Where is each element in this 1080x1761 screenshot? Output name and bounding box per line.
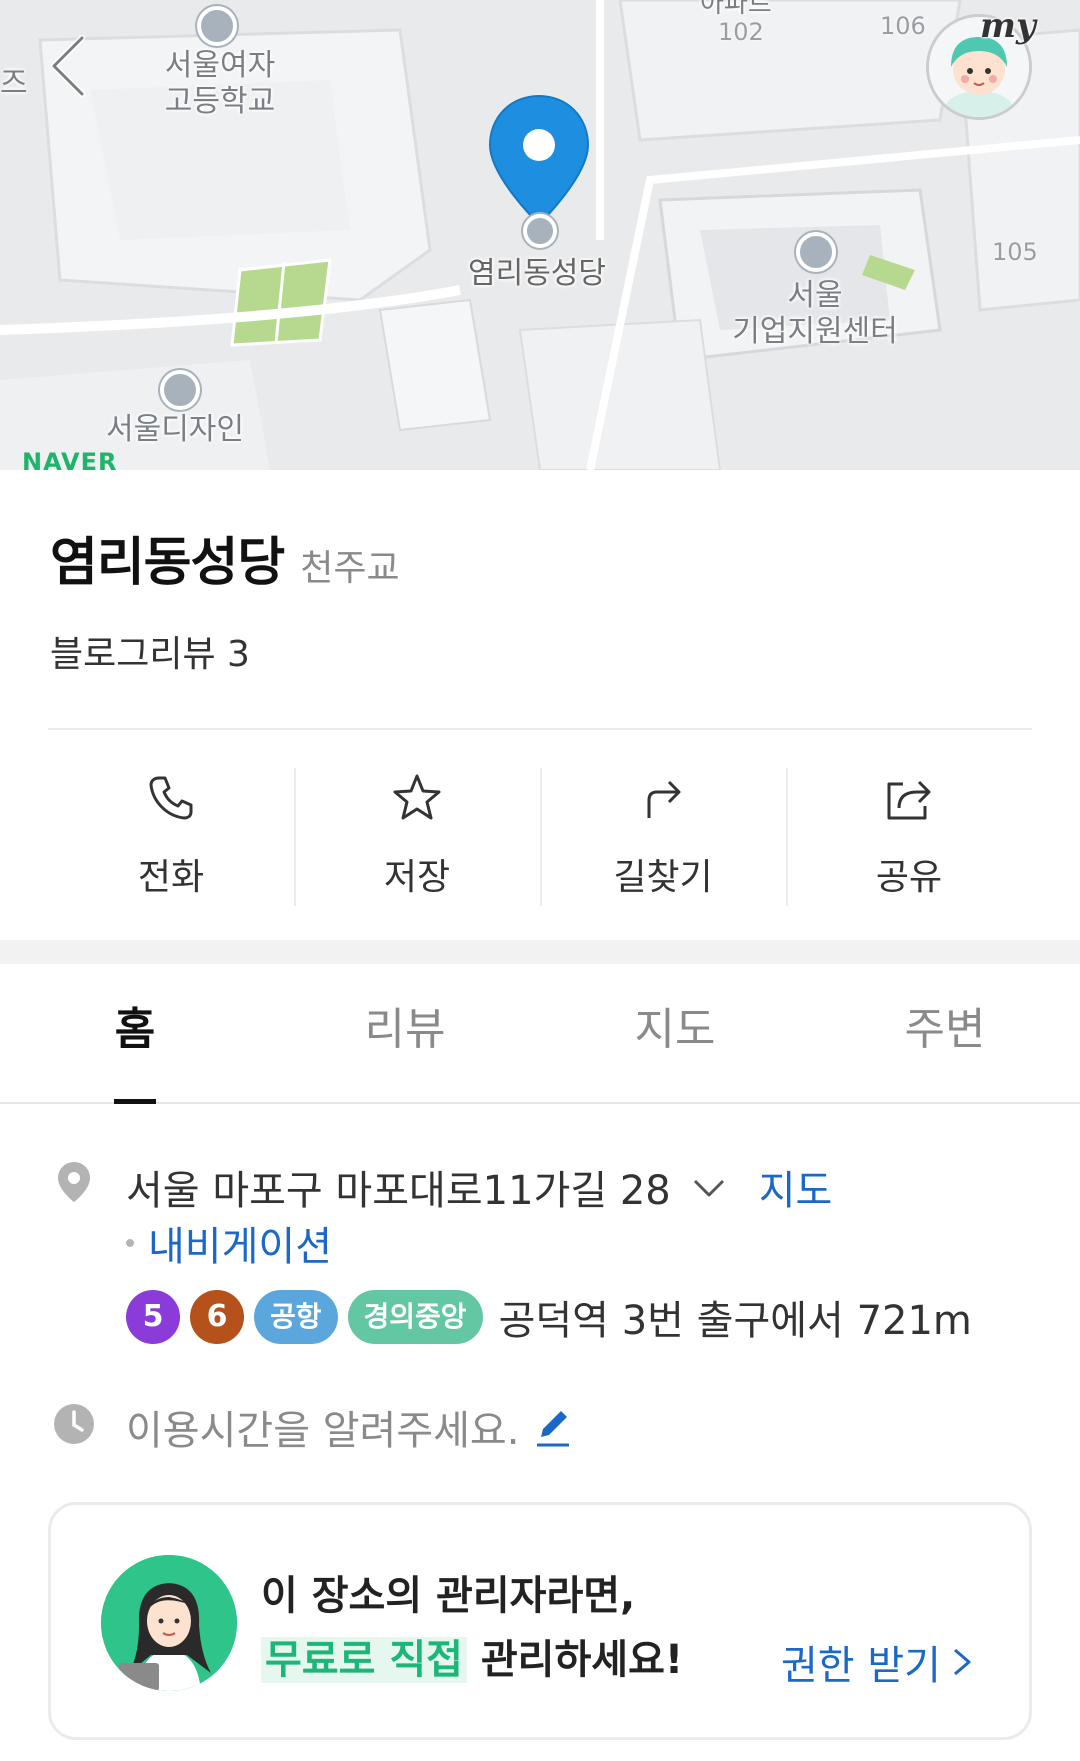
chevron-right-icon: [953, 1648, 971, 1676]
owner-claim-card: 이 장소의 관리자라면, 무료로 직접 관리하세요! 권한 받기: [48, 1502, 1032, 1740]
directions-button[interactable]: 길찾기: [540, 760, 786, 910]
map-label-105: 105: [992, 238, 1038, 266]
map-label-partial: 즈: [0, 66, 28, 101]
navigation-row: 내비게이션: [126, 1214, 332, 1272]
school-poi-icon: [197, 6, 237, 46]
directions-label: 길찾기: [613, 857, 713, 898]
school-poi-icon: [160, 370, 200, 410]
location-pin-icon: [488, 94, 590, 226]
subway-distance-text: 공덕역 3번 출구에서 721m: [498, 1298, 972, 1344]
map-view[interactable]: 서울여자 고등학교 즈 아파트 102 106 105 서울 기업지원센터 서울…: [0, 0, 1080, 470]
subway-gyeongui-badge: 경의중앙: [347, 1290, 483, 1344]
call-label: 전화: [137, 857, 205, 898]
owner-card-line2-rest: 관리하세요!: [466, 1637, 684, 1683]
subway-airport-badge: 공항: [254, 1290, 338, 1344]
hours-prompt[interactable]: 이용시간을 알려주세요.: [126, 1398, 519, 1456]
map-label-girls-high: 서울여자 고등학교: [164, 48, 276, 119]
tab-home[interactable]: 홈: [0, 964, 270, 1104]
save-button[interactable]: 저장: [294, 760, 540, 910]
place-name: 염리동성당: [50, 533, 285, 593]
tab-bar: 홈 리뷰 지도 주변: [0, 964, 1080, 1104]
share-button[interactable]: 공유: [786, 760, 1032, 910]
map-label-102: 102: [718, 18, 764, 46]
tab-nearby[interactable]: 주변: [810, 964, 1080, 1102]
address-row: 서울 마포구 마포대로11가길 28 지도: [126, 1158, 832, 1216]
pencil-edit-icon[interactable]: [533, 1405, 573, 1449]
place-category: 천주교: [300, 548, 400, 589]
map-label-design-high: 서울디자인: [106, 412, 244, 447]
chevron-left-icon: [51, 35, 85, 97]
hours-row: 이용시간을 알려주세요.: [126, 1398, 573, 1456]
star-icon: [393, 774, 441, 820]
owner-illustration: [101, 1555, 237, 1691]
owner-card-highlight: 무료로 직접: [261, 1637, 467, 1683]
back-button[interactable]: [40, 30, 110, 100]
address-text: 서울 마포구 마포대로11가길 28: [126, 1168, 671, 1214]
save-label: 저장: [383, 857, 451, 898]
directions-icon: [647, 780, 681, 818]
get-permission-label: 권한 받기: [781, 1643, 941, 1689]
owner-card-line2: 무료로 직접 관리하세요!: [261, 1627, 683, 1685]
subway-row: 5 6 공항 경의중앙 공덕역 3번 출구에서 721m: [126, 1288, 972, 1346]
tab-review[interactable]: 리뷰: [270, 964, 540, 1102]
map-label-place: 염리동성당: [468, 256, 606, 291]
tab-map[interactable]: 지도: [540, 964, 810, 1102]
place-title: 염리동성당 천주교: [50, 520, 400, 595]
location-pin-icon: [58, 1162, 90, 1202]
navigation-link[interactable]: 내비게이션: [148, 1214, 332, 1272]
owner-card-line1: 이 장소의 관리자라면,: [261, 1573, 636, 1619]
call-button[interactable]: 전화: [48, 760, 294, 910]
bullet-dot: [126, 1239, 134, 1247]
action-bar: 전화 저장 길찾기 공유: [48, 760, 1032, 910]
chevron-down-icon[interactable]: [689, 1167, 729, 1207]
share-icon: [887, 780, 931, 820]
company-poi-icon: [796, 232, 836, 272]
share-label: 공유: [875, 857, 943, 898]
person-illustration-icon: [101, 1555, 237, 1691]
subway-line-5-badge: 5: [126, 1290, 180, 1344]
blog-review-count[interactable]: 블로그리뷰 3: [50, 625, 250, 677]
subway-line-6-badge: 6: [190, 1290, 244, 1344]
map-label-enterprise-center: 서울 기업지원센터: [732, 278, 898, 349]
phone-icon: [149, 776, 193, 820]
map-label-106: 106: [880, 12, 926, 40]
naver-logo: NAVER: [22, 448, 118, 470]
divider: [48, 728, 1032, 730]
get-permission-link[interactable]: 권한 받기: [781, 1633, 975, 1691]
section-separator: [0, 940, 1080, 964]
clock-icon: [54, 1404, 94, 1444]
church-poi-icon: [523, 214, 557, 248]
map-link[interactable]: 지도: [759, 1158, 833, 1216]
my-badge: my: [980, 6, 1036, 46]
